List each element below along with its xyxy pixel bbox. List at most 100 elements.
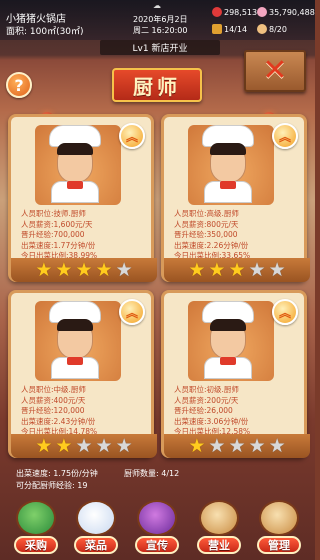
chef-speed: 1.77分钟/份 (53, 240, 96, 250)
nav-purchase[interactable]: 采购 (10, 498, 62, 558)
shop-area: 面积: 100㎡(30㎡) (6, 27, 84, 37)
chef-salary: 200元/天 (206, 395, 239, 405)
chef-neckerchief (67, 181, 83, 189)
game-date: 2020年6月2日 (133, 15, 188, 24)
label-speed: 出菜速度: (21, 240, 54, 250)
star-icon: ★ (228, 434, 246, 457)
chef-position: 初级.厨师 (206, 385, 239, 394)
label-exp: 晋升经验: (21, 406, 54, 416)
pig-icon (257, 7, 267, 17)
chef-exp: 120,000 (53, 406, 85, 416)
vegetables-icon (16, 500, 56, 536)
chef-portrait (188, 125, 274, 205)
chef-card[interactable]: ︽ 人员职位: 初级.厨师 人员薪资: 200元/天 晋升经验: 26,000 … (161, 290, 310, 458)
chef-salary: 800元/天 (206, 219, 239, 229)
label-salary: 人员薪资: (174, 395, 207, 405)
nav-promotion[interactable]: 宣传 (131, 498, 183, 558)
bottom-nav: 采购 菜品 宣传 营业 管理 (0, 496, 315, 560)
star-icon: ★ (268, 258, 286, 281)
star-icon: ★ (55, 434, 73, 457)
star-icon: ★ (228, 258, 246, 281)
chef-info: 人员职位: 技师.厨师 人员薪资: 1,600元/天 晋升经验: 700,000… (21, 209, 97, 262)
star-icon: ★ (248, 434, 266, 457)
label-speed: 出菜速度: (174, 416, 207, 426)
chef-neckerchief (220, 181, 236, 189)
label-salary: 人员薪资: (21, 219, 54, 229)
chevron-up-icon: ︽ (125, 305, 138, 320)
staff-value: 8/20 (269, 24, 287, 34)
star-icon: ★ (55, 258, 73, 281)
label-position: 人员职位: (21, 209, 54, 218)
label-speed: 出菜速度: (174, 240, 207, 250)
nav-label: 菜品 (74, 536, 118, 554)
nav-management[interactable]: 管理 (253, 498, 305, 558)
close-icon: ✕ (262, 53, 288, 88)
chef-card[interactable]: ︽ 人员职位: 高级.厨师 人员薪资: 800元/天 晋升经验: 350,000… (161, 114, 310, 282)
chef-salary: 1,600元/天 (53, 219, 93, 229)
star-rating: ★ ★ ★ ★ ★ (164, 258, 310, 282)
chef-portrait (35, 125, 121, 205)
chef-info: 人员职位: 初级.厨师 人员薪资: 200元/天 晋升经验: 26,000 出菜… (174, 385, 250, 438)
star-icon: ★ (75, 434, 93, 457)
label-exp: 晋升经验: (174, 230, 207, 240)
chef-hair (57, 143, 93, 155)
title-banner: 厨师 (112, 68, 202, 102)
star-icon: ★ (188, 434, 206, 457)
upgrade-button[interactable]: ︽ (272, 299, 298, 325)
chevron-up-icon: ︽ (125, 129, 138, 144)
chef-hair (210, 143, 246, 155)
label-exp: 晋升经验: (174, 406, 207, 416)
star-icon: ★ (208, 258, 226, 281)
tables-stat: 14/14 (212, 23, 247, 35)
page-title: 厨师 (133, 74, 181, 99)
label-position: 人员职位: (174, 385, 207, 394)
nav-business[interactable]: 营业 (193, 498, 245, 558)
cloud-icon: ☁ (153, 1, 161, 10)
label-position: 人员职位: (174, 209, 207, 218)
chef-card[interactable]: ︽ 人员职位: 中级.厨师 人员薪资: 400元/天 晋升经验: 120,000… (8, 290, 157, 458)
label-speed: 出菜速度: (21, 416, 54, 426)
nav-label: 营业 (197, 536, 241, 554)
nav-label: 宣传 (135, 536, 179, 554)
chef-position: 高级.厨师 (206, 209, 239, 218)
table-icon (212, 24, 222, 34)
film-icon (137, 500, 177, 536)
money-stat: 298,513 (212, 6, 257, 18)
star-rating: ★ ★ ★ ★ ★ (164, 434, 310, 458)
upgrade-button[interactable]: ︽ (119, 123, 145, 149)
summary-exp: 可分配厨师经验: 19 (16, 481, 88, 490)
game-time: 周二 16:20:00 (133, 26, 188, 35)
chef-exp: 700,000 (53, 230, 85, 240)
waiter-icon (199, 500, 239, 536)
manager-icon (259, 500, 299, 536)
level-bar: Lv1 新店开业 (100, 40, 220, 55)
star-icon: ★ (95, 258, 113, 281)
chef-salary: 400元/天 (53, 395, 86, 405)
chef-hair (210, 319, 246, 331)
gems-value: 35,790,488 (269, 7, 315, 17)
star-rating: ★ ★ ★ ★ ★ (11, 258, 157, 282)
star-icon: ★ (115, 258, 133, 281)
help-button[interactable]: ? (6, 72, 32, 98)
shop-name[interactable]: 小猪猪火锅店 (6, 10, 66, 25)
star-icon: ★ (35, 434, 53, 457)
upgrade-button[interactable]: ︽ (119, 299, 145, 325)
question-icon: ? (14, 75, 24, 95)
star-icon: ★ (95, 434, 113, 457)
close-button[interactable]: ✕ (244, 50, 306, 92)
nav-label: 采购 (14, 536, 58, 554)
level-text: Lv1 新店开业 (132, 44, 188, 54)
nav-dishes[interactable]: 菜品 (70, 498, 122, 558)
kitchen-summary: 出菜速度: 1.75份/分钟 厨师数量: 4/12 可分配厨师经验: 19 (16, 468, 179, 492)
label-salary: 人员薪资: (21, 395, 54, 405)
money-icon (212, 7, 222, 17)
chef-speed: 2.26分钟/份 (206, 240, 249, 250)
star-icon: ★ (115, 434, 133, 457)
upgrade-button[interactable]: ︽ (272, 123, 298, 149)
star-icon: ★ (35, 258, 53, 281)
chevron-up-icon: ︽ (278, 305, 291, 320)
summary-chef-count: 厨师数量: 4/12 (124, 469, 180, 478)
star-icon: ★ (268, 434, 286, 457)
chef-card[interactable]: ︽ 人员职位: 技师.厨师 人员薪资: 1,600元/天 晋升经验: 700,0… (8, 114, 157, 282)
chevron-up-icon: ︽ (278, 129, 291, 144)
